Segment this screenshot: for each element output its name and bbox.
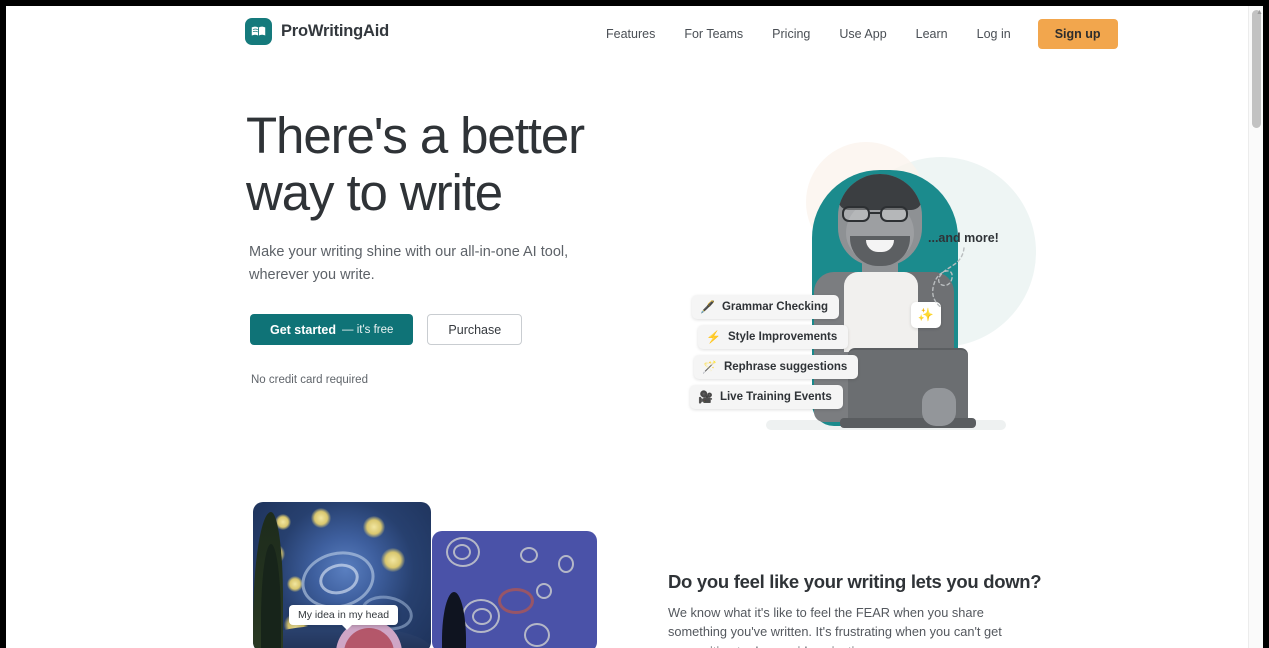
doodle-spiral (472, 608, 492, 625)
nav-item-pricing[interactable]: Pricing (772, 21, 810, 47)
video-camera-icon: 🎥 (698, 390, 713, 404)
glasses-icon (842, 206, 916, 222)
lightning-bolt-icon: ⚡ (706, 330, 721, 344)
star (381, 548, 405, 572)
nav-item-learn[interactable]: Learn (916, 21, 948, 47)
feature-pill-label: Grammar Checking (721, 301, 829, 313)
site-header: ProWritingAid Features For Teams Pricing… (6, 6, 1248, 62)
hero-title: There's a better way to write (246, 107, 585, 221)
get-started-free-suffix: — it's free (342, 323, 394, 336)
page-content: ProWritingAid Features For Teams Pricing… (6, 6, 1248, 648)
person-hand (922, 388, 956, 426)
get-started-button[interactable]: Get started — it's free (250, 314, 414, 345)
feature-pill-grammar-checking: 🖋️ Grammar Checking (692, 295, 840, 319)
hero-cta-group: Get started — it's free Purchase (250, 314, 523, 345)
doodle-spiral (453, 544, 471, 560)
section2-title: Do you feel like your writing lets you d… (668, 571, 1042, 592)
feature-pill-live-training-events: 🎥 Live Training Events (690, 385, 843, 409)
browser-frame: ProWritingAid Features For Teams Pricing… (0, 0, 1269, 648)
doodle-spiral (536, 583, 552, 599)
doodle-spiral (558, 555, 574, 573)
scroll-up-arrow-icon[interactable]: ▲ (1256, 9, 1263, 16)
scrollbar-thumb[interactable]: ▲ (1252, 9, 1263, 128)
no-credit-card-note: No credit card required (251, 374, 368, 386)
login-link[interactable]: Log in (977, 21, 1011, 47)
get-started-label: Get started (270, 322, 336, 337)
person-shirt (844, 272, 918, 352)
star (311, 508, 331, 528)
page-viewport: ProWritingAid Features For Teams Pricing… (6, 6, 1263, 648)
feature-pill-label: Rephrase suggestions (723, 361, 848, 373)
glasses-lens-right (880, 206, 908, 222)
hero-subtitle: Make your writing shine with our all-in-… (249, 244, 569, 283)
main-navigation: Features For Teams Pricing Use App Learn… (606, 6, 1118, 62)
writing-lets-you-down-section: My idea in my head Do you feel like your… (6, 492, 1248, 648)
nav-item-for-teams[interactable]: For Teams (684, 21, 743, 47)
nav-item-features[interactable]: Features (606, 21, 655, 47)
doodle-spiral (520, 547, 538, 563)
doodle-cypress-tree (442, 592, 466, 648)
feature-pill-label: Live Training Events (719, 391, 832, 403)
brand-name: ProWritingAid (281, 22, 390, 40)
glasses-lens-left (842, 206, 870, 222)
open-book-icon (245, 18, 272, 45)
idea-tooltip: My idea in my head (289, 605, 399, 630)
and-more-label: ...and more! (928, 231, 999, 245)
signup-button[interactable]: Sign up (1037, 19, 1118, 49)
brand-logo-link[interactable]: ProWritingAid (245, 18, 389, 45)
star (363, 516, 385, 538)
magic-wand-icon: 🪄 (702, 360, 717, 374)
laptop-base (840, 418, 976, 428)
purchase-button[interactable]: Purchase (427, 314, 523, 345)
hero-section: There's a better way to write Make your … (6, 62, 1248, 492)
person-hair (838, 174, 922, 210)
feature-pill-rephrase-suggestions: 🪄 Rephrase suggestions (694, 355, 859, 379)
feature-pill-style-improvements: ⚡ Style Improvements (698, 325, 849, 349)
doodle-spiral (524, 623, 550, 647)
feature-pill-label: Style Improvements (727, 331, 838, 343)
glasses-bridge (870, 212, 880, 214)
vertical-scrollbar[interactable]: ▲ (1248, 6, 1263, 648)
quill-pen-icon: 🖋️ (700, 300, 715, 314)
doodle-red-spiral (498, 588, 534, 614)
nav-item-use-app[interactable]: Use App (839, 21, 886, 47)
doodle-starry-night-image (432, 531, 597, 648)
pink-circle-inner (344, 628, 394, 648)
section2-body: We know what it's like to feel the FEAR … (668, 605, 1002, 648)
curved-arrow-icon (932, 247, 965, 309)
hero-illustration: 🖋️ Grammar Checking ⚡ Style Improvements… (656, 102, 1056, 452)
